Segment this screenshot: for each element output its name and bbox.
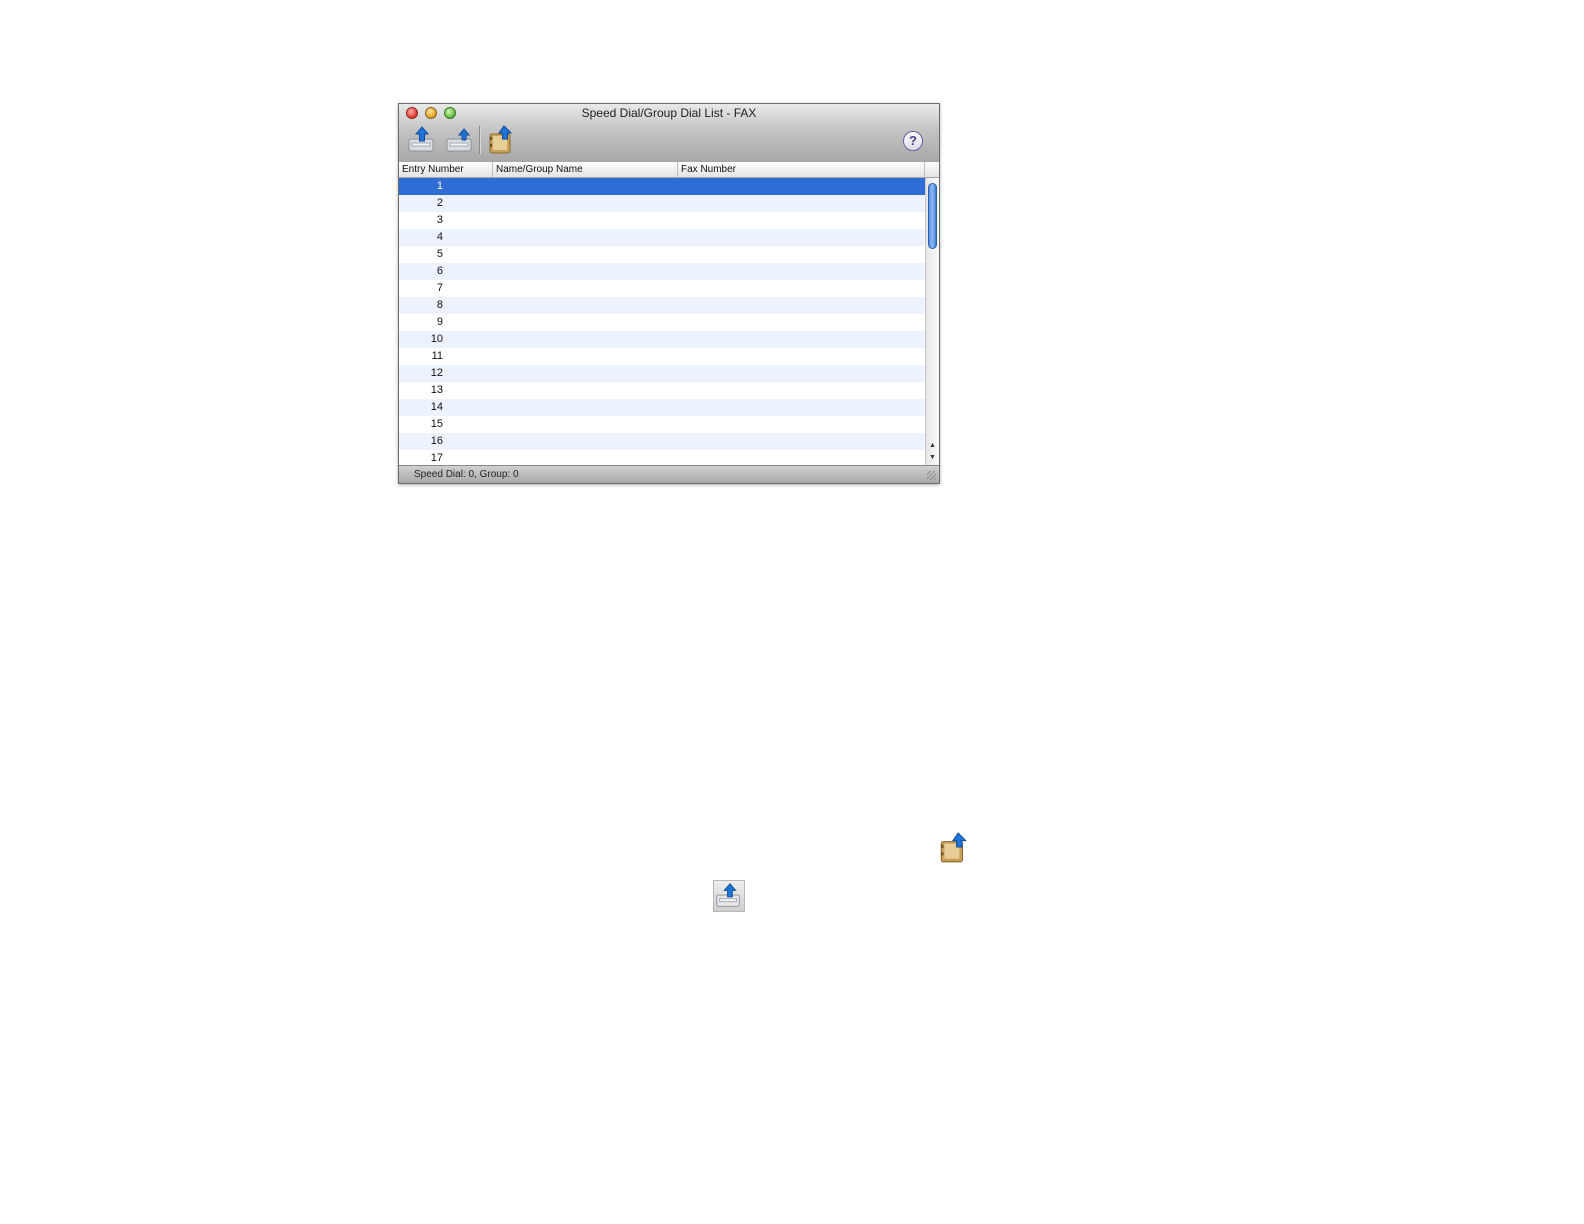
fax-download-icon <box>446 128 472 152</box>
toolbar-separator <box>479 126 481 154</box>
column-header-name[interactable]: Name/Group Name <box>493 162 678 177</box>
table-row[interactable]: 14 <box>399 399 925 416</box>
help-icon: ? <box>909 133 917 148</box>
fax-upload-icon <box>408 126 434 152</box>
entry-number-cell: 8 <box>436 299 443 311</box>
entry-number-cell: 1 <box>436 180 443 192</box>
table-row[interactable]: 11 <box>399 348 925 365</box>
table-row[interactable]: 8 <box>399 297 925 314</box>
table-row[interactable]: 12 <box>399 365 925 382</box>
table-row[interactable]: 2 <box>399 195 925 212</box>
table-row[interactable]: 17 <box>399 450 925 466</box>
entry-number-cell: 14 <box>430 401 443 413</box>
scroll-down-arrow[interactable]: ▼ <box>926 452 939 464</box>
speed-dial-window: Speed Dial/Group Dial List - FAX ? Entry… <box>398 103 940 484</box>
address-book-export-icon <box>940 832 967 863</box>
table-row[interactable]: 7 <box>399 280 925 297</box>
column-header-entry-number[interactable]: Entry Number <box>399 162 493 177</box>
fax-upload-icon <box>716 883 740 907</box>
table-row[interactable]: 1 <box>399 178 925 195</box>
window-title: Speed Dial/Group Dial List - FAX <box>581 106 757 120</box>
entry-number-cell: 5 <box>436 248 443 260</box>
entry-number-cell: 16 <box>430 435 443 447</box>
entry-number-cell: 11 <box>431 350 443 362</box>
table-row[interactable]: 16 <box>399 433 925 450</box>
entry-number-cell: 15 <box>430 418 443 430</box>
table-row[interactable]: 13 <box>399 382 925 399</box>
speed-dial-list[interactable]: 1 2 3 4 5 6 7 8 9 10 11 12 13 14 15 16 17 <box>399 178 925 466</box>
scrollbar-thumb[interactable] <box>928 183 937 249</box>
table-row[interactable]: 10 <box>399 331 925 348</box>
export-address-book-button[interactable] <box>485 124 517 156</box>
vertical-scrollbar[interactable]: ▲ ▼ <box>925 178 939 466</box>
table-row[interactable]: 3 <box>399 212 925 229</box>
entry-number-cell: 9 <box>436 316 443 328</box>
table-header: Entry Number Name/Group Name Fax Number <box>399 162 939 178</box>
status-bar: Speed Dial: 0, Group: 0 <box>399 465 939 483</box>
inline-fax-upload-icon <box>713 880 745 912</box>
entry-number-cell: 7 <box>436 282 443 294</box>
address-book-export-icon <box>489 125 513 154</box>
titlebar: Speed Dial/Group Dial List - FAX ? <box>399 104 939 163</box>
table-row[interactable]: 9 <box>399 314 925 331</box>
entry-number-cell: 2 <box>436 197 443 209</box>
inline-export-icon <box>937 831 971 870</box>
column-header-fax-number[interactable]: Fax Number <box>678 162 925 177</box>
download-from-fax-button[interactable] <box>444 124 476 156</box>
entry-number-cell: 3 <box>436 214 443 226</box>
scroll-up-arrow[interactable]: ▲ <box>926 440 939 452</box>
table-row[interactable]: 5 <box>399 246 925 263</box>
table-row[interactable]: 6 <box>399 263 925 280</box>
entry-number-cell: 17 <box>430 452 443 464</box>
help-button[interactable]: ? <box>903 131 923 151</box>
entry-number-cell: 12 <box>430 367 443 379</box>
entry-number-cell: 4 <box>436 231 443 243</box>
entry-number-cell: 6 <box>436 265 443 277</box>
table-row[interactable]: 15 <box>399 416 925 433</box>
entry-number-cell: 13 <box>430 384 443 396</box>
resize-grip[interactable] <box>927 471 936 480</box>
table-row[interactable]: 4 <box>399 229 925 246</box>
upload-to-fax-button[interactable] <box>406 124 438 156</box>
status-text: Speed Dial: 0, Group: 0 <box>414 469 519 480</box>
entry-number-cell: 10 <box>430 333 443 345</box>
